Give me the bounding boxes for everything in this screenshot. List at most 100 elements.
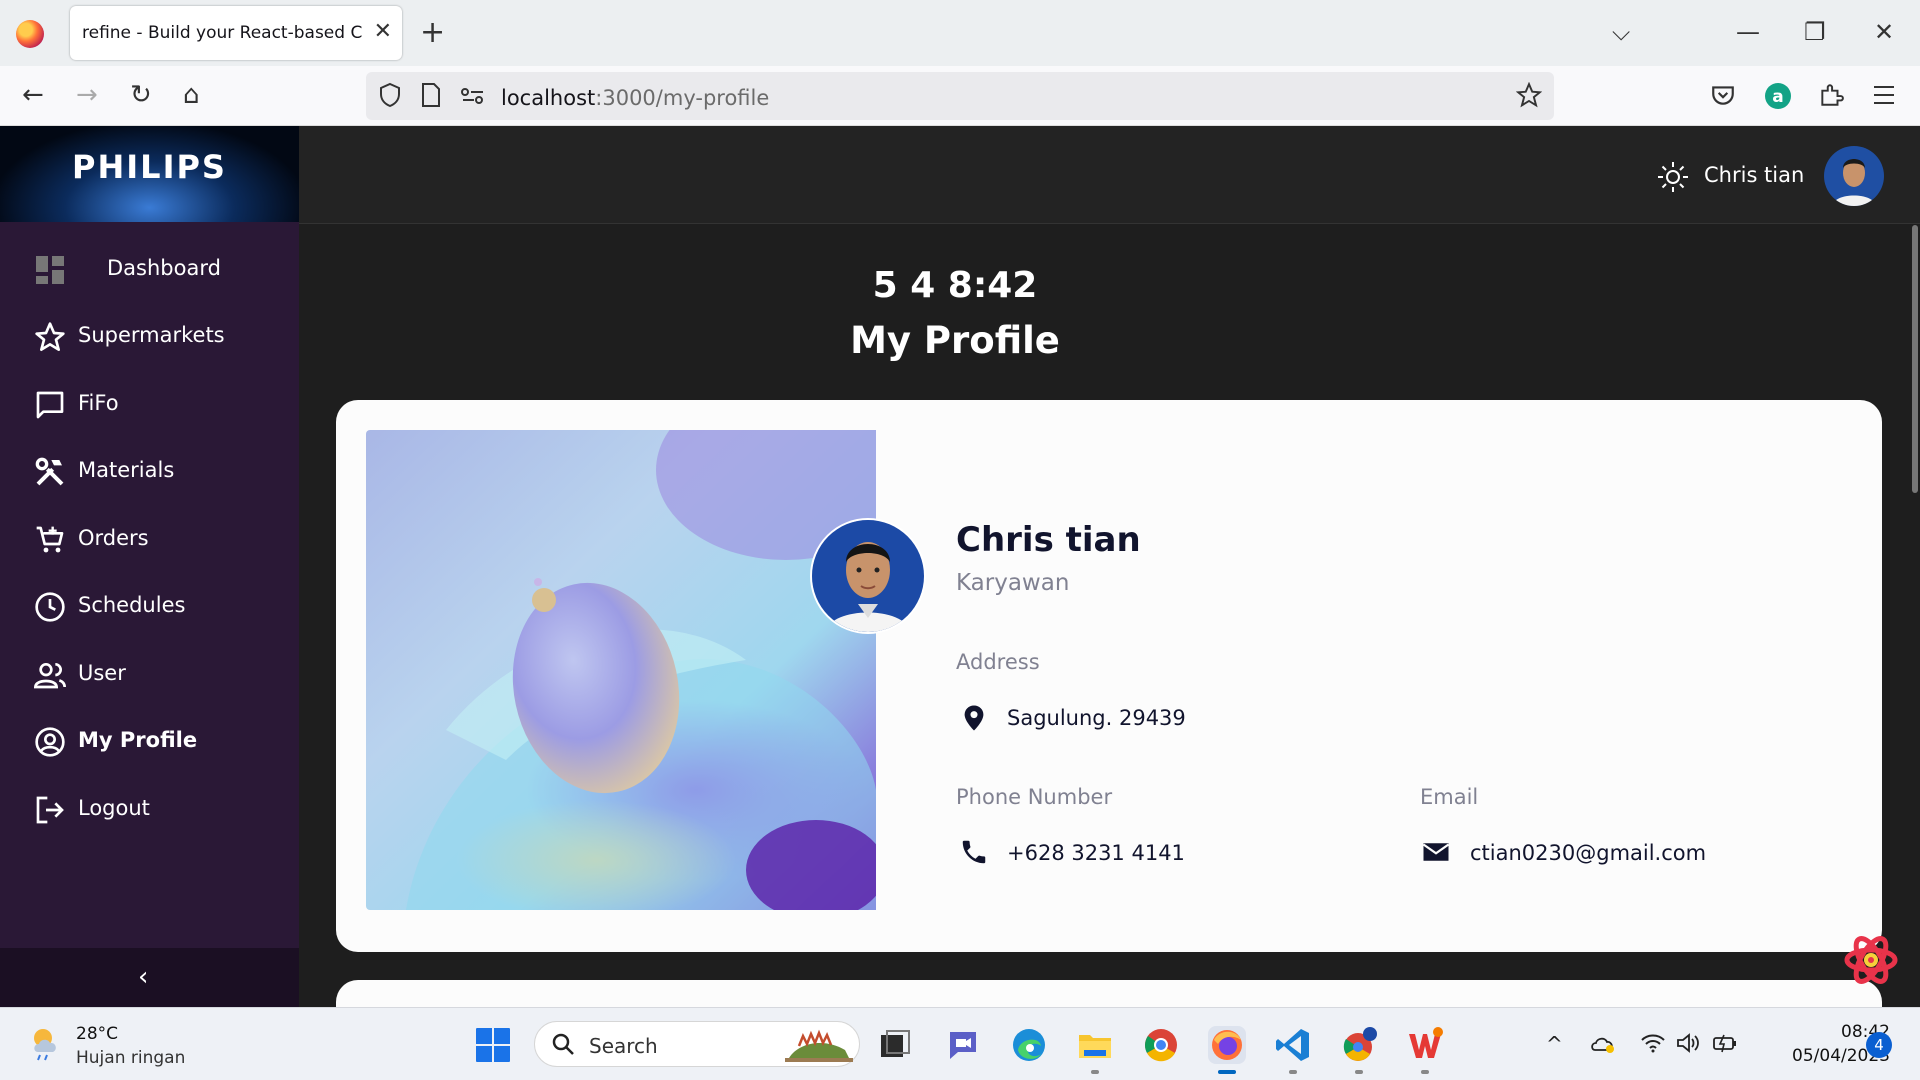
restore-icon[interactable]: ❐: [1804, 16, 1826, 48]
secondary-card: [336, 980, 1882, 1007]
sidebar-item-label: Supermarkets: [78, 323, 225, 347]
vscode-icon[interactable]: [1274, 1026, 1312, 1064]
notification-badge[interactable]: 4: [1866, 1032, 1892, 1058]
wps-office-icon[interactable]: [1406, 1026, 1444, 1064]
teams-chat-icon[interactable]: [944, 1026, 982, 1064]
firefox-taskbar-icon[interactable]: [1208, 1026, 1246, 1064]
task-view-icon[interactable]: [877, 1026, 915, 1064]
phone-icon: [962, 840, 986, 864]
url-bar[interactable]: localhost:3000/my-profile: [366, 72, 1554, 120]
tab-close-icon[interactable]: ✕: [374, 18, 392, 46]
reload-icon[interactable]: ↻: [130, 80, 152, 110]
windows-start-icon[interactable]: [474, 1026, 512, 1064]
battery-charging-icon[interactable]: [1712, 1032, 1738, 1054]
taskbar-search[interactable]: Search: [534, 1021, 860, 1067]
sidebar-item-user[interactable]: User: [0, 647, 299, 701]
search-icon: [552, 1033, 574, 1055]
profile-avatar: [810, 518, 926, 634]
onedrive-icon[interactable]: [1590, 1032, 1616, 1054]
browser-tab-bar: refine - Build your React-based CRUD app…: [0, 0, 1920, 66]
firefox-icon[interactable]: [16, 20, 44, 48]
url-host: localhost: [501, 86, 596, 110]
chrome-profile-icon[interactable]: [1340, 1026, 1378, 1064]
sidebar-item-schedules[interactable]: Schedules: [0, 579, 299, 633]
new-tab-button[interactable]: +: [420, 18, 445, 48]
phone-label: Phone Number: [956, 785, 1113, 809]
page-icon[interactable]: [420, 82, 442, 108]
bookmark-star-icon[interactable]: [1516, 82, 1542, 108]
sidebar-item-orders[interactable]: Orders: [0, 512, 299, 566]
forward-icon[interactable]: →: [76, 80, 98, 110]
tab-title: refine - Build your React-based CRUD app…: [82, 23, 362, 43]
shield-icon[interactable]: [378, 82, 402, 108]
close-window-icon[interactable]: ✕: [1874, 16, 1894, 48]
extensions-puzzle-icon[interactable]: [1818, 82, 1844, 108]
sun-theme-toggle-icon[interactable]: [1656, 160, 1690, 194]
sidebar-item-label: My Profile: [78, 728, 198, 752]
sidebar-item-label: Materials: [78, 458, 175, 482]
scrollbar[interactable]: [1912, 225, 1918, 493]
clock-display: 5 4 8:42: [872, 265, 1038, 306]
sidebar-item-label: Logout: [78, 796, 150, 820]
sidebar-item-label: Dashboard: [107, 256, 221, 280]
weather-temperature[interactable]: 28°C: [76, 1024, 118, 1044]
extension-a-icon[interactable]: a: [1764, 82, 1792, 110]
sidebar-item-my-profile[interactable]: My Profile: [0, 714, 299, 768]
permissions-icon[interactable]: [460, 86, 486, 106]
sidebar-item-label: Schedules: [78, 593, 186, 617]
sidebar-item-materials[interactable]: Materials: [0, 444, 299, 498]
logo-text: PHILIPS: [72, 148, 227, 186]
menu-hamburger-icon[interactable]: [1872, 84, 1896, 106]
email-icon: [1422, 843, 1450, 861]
url-path: :3000/my-profile: [595, 86, 770, 110]
sidebar-item-logout[interactable]: Logout: [0, 782, 299, 836]
sidebar-item-supermarkets[interactable]: Supermarkets: [0, 309, 299, 363]
app-header: Chris tian: [299, 126, 1920, 224]
pocket-icon[interactable]: [1710, 82, 1736, 108]
phone-value: +628 3231 4141: [1007, 841, 1185, 865]
weather-description[interactable]: Hujan ringan: [76, 1048, 185, 1068]
windows-taskbar: 28°C Hujan ringan Search ^ 08:42 05/04/2…: [0, 1007, 1920, 1080]
list-tabs-icon[interactable]: ⌵: [1612, 16, 1630, 48]
logo[interactable]: PHILIPS: [0, 126, 299, 222]
browser-tab[interactable]: refine - Build your React-based CRUD app…: [70, 6, 402, 60]
star-icon: [35, 322, 65, 351]
sidebar-item-label: User: [78, 661, 126, 685]
weather-rain-icon[interactable]: [28, 1024, 66, 1062]
address-label: Address: [956, 650, 1040, 674]
clock-icon: [35, 592, 65, 622]
chevron-up-icon[interactable]: ^: [1546, 1032, 1563, 1056]
users-icon: [34, 663, 66, 689]
back-icon[interactable]: ←: [22, 80, 44, 110]
svg-text:a: a: [1772, 87, 1783, 107]
app-running-indicator: [1355, 1070, 1363, 1074]
search-placeholder: Search: [589, 1034, 658, 1058]
chrome-icon[interactable]: [1142, 1026, 1180, 1064]
volume-icon[interactable]: [1676, 1032, 1702, 1054]
location-pin-icon: [964, 705, 984, 731]
chevron-left-icon: ‹: [138, 962, 149, 992]
home-icon[interactable]: ⌂: [183, 80, 200, 110]
sidebar-item-dashboard[interactable]: Dashboard: [0, 242, 299, 296]
minimize-icon[interactable]: —: [1736, 16, 1760, 48]
sidebar-item-label: FiFo: [78, 391, 119, 415]
sidebar-collapse-button[interactable]: ‹: [0, 948, 299, 1007]
avatar[interactable]: [1824, 146, 1884, 206]
react-devtools-icon[interactable]: [1843, 932, 1899, 988]
app-running-indicator: [1289, 1070, 1297, 1074]
sidebar-item-fifo[interactable]: FiFo: [0, 377, 299, 431]
edge-browser-icon[interactable]: [1010, 1026, 1048, 1064]
chat-bubble-icon: [36, 391, 64, 419]
url-text[interactable]: localhost:3000/my-profile: [501, 86, 769, 110]
sidebar-item-label: Orders: [78, 526, 149, 550]
sidebar: PHILIPS Dashboard Supermarkets FiFo Mate…: [0, 126, 299, 1007]
wifi-icon[interactable]: [1640, 1032, 1666, 1054]
profile-role: Karyawan: [956, 570, 1070, 596]
page-title: My Profile: [850, 319, 1060, 362]
email-label: Email: [1420, 785, 1479, 809]
header-user-name[interactable]: Chris tian: [1704, 163, 1804, 187]
profile-cover-image: [366, 430, 876, 910]
active-app-indicator: [1218, 1070, 1236, 1074]
profile-card: Chris tian Karyawan Address Sagulung. 29…: [336, 400, 1882, 952]
file-explorer-icon[interactable]: [1076, 1026, 1114, 1064]
